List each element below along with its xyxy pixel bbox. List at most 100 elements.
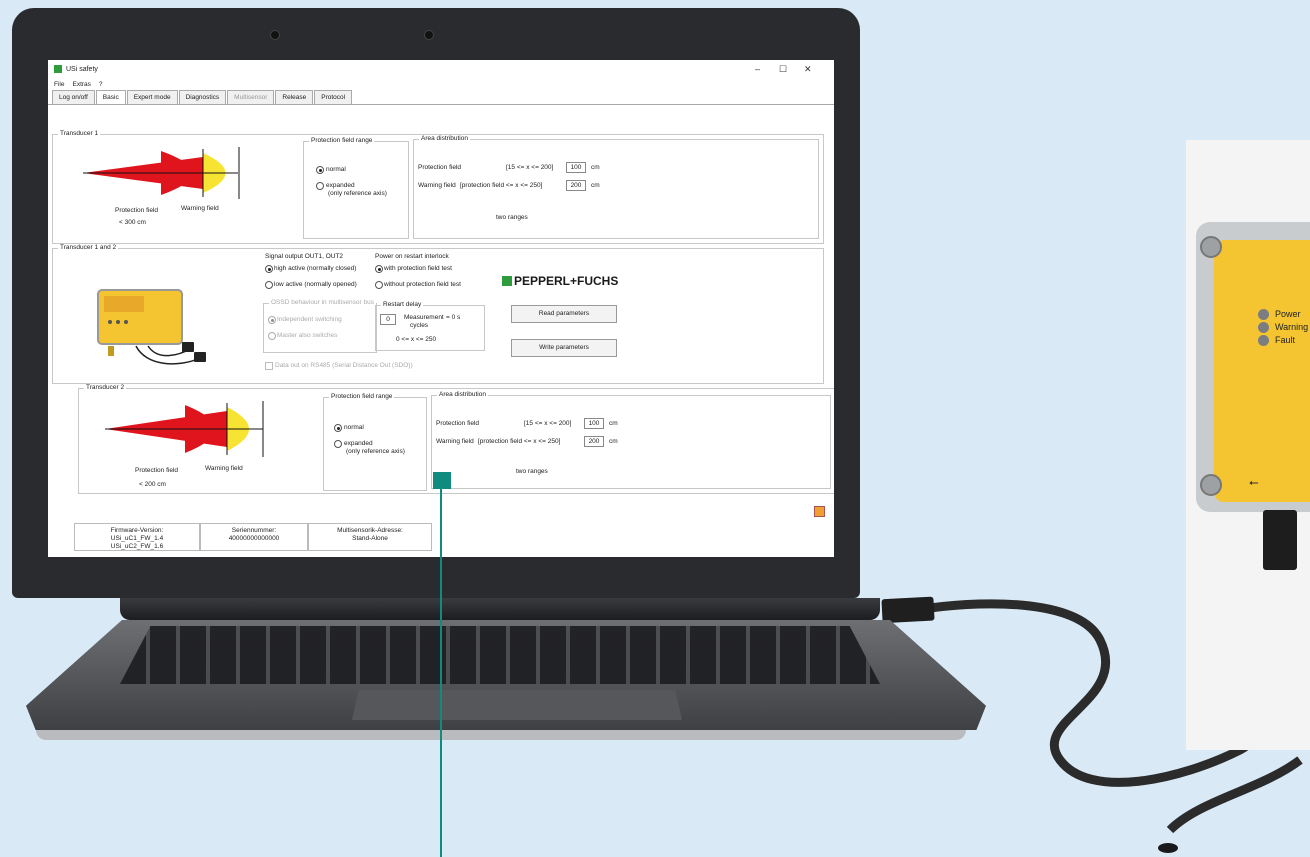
t2-area-title: Area distribution xyxy=(437,391,488,398)
transducer1-group: Transducer 1 Protection field Warning fi… xyxy=(52,130,824,244)
app-icon xyxy=(54,65,62,73)
t12-radio-high[interactable] xyxy=(265,265,273,273)
read-parameters-button[interactable]: Read parameters xyxy=(511,305,617,323)
laptop-front-edge xyxy=(36,730,966,740)
close-button[interactable]: ✕ xyxy=(804,64,812,75)
t1-wf-input[interactable]: 200 xyxy=(566,180,586,191)
status-address: Multisensorik-Adresse: Stand-Alone xyxy=(308,523,432,551)
t12-ossd-title: OSSD behaviour in multisensor bus xyxy=(269,299,376,306)
menu-extras[interactable]: Extras xyxy=(72,81,90,88)
camera-dot xyxy=(424,30,434,40)
tab-bar: Log on/off Basic Expert mode Diagnostics… xyxy=(48,90,834,105)
laptop-hinge xyxy=(120,598,880,620)
status-firmware: Firmware-Version: USi_uC1_FW_1.4 USi_uC2… xyxy=(74,523,200,551)
transducer1-title: Transducer 1 xyxy=(58,130,101,137)
t1-wf-range: [protection field <= x <= 250] xyxy=(460,182,543,189)
transducer2-field-diagram xyxy=(105,401,264,457)
t12-restart-input[interactable]: 0 xyxy=(380,314,396,325)
tab-protocol[interactable]: Protocol xyxy=(314,90,353,104)
t12-independent-label: Independent switching xyxy=(277,316,342,323)
t12-measurement-label: Measurement xyxy=(404,314,444,321)
address-value: Stand-Alone xyxy=(352,535,388,542)
t2-area-group: Area distribution Protection field [15 <… xyxy=(431,391,831,489)
t2-two-ranges: two ranges xyxy=(516,468,548,475)
tab-expert-mode[interactable]: Expert mode xyxy=(126,90,178,104)
t2-radio-normal[interactable] xyxy=(334,424,342,432)
status-serial: Seriennummer: 40000000000000 xyxy=(200,523,308,551)
t12-radio-low[interactable] xyxy=(265,281,273,289)
t1-wf-label: Warning field xyxy=(418,182,456,189)
power-led-label: Power xyxy=(1275,309,1301,319)
t1-range-note: < 300 cm xyxy=(119,219,146,226)
t2-radio-expanded[interactable] xyxy=(334,440,342,448)
maximize-button[interactable]: ☐ xyxy=(779,64,787,75)
t2-expanded-label: expanded xyxy=(344,440,373,447)
write-parameters-button[interactable]: Write parameters xyxy=(511,339,617,357)
t12-radio-independent[interactable] xyxy=(268,316,276,324)
t12-data-out-checkbox[interactable] xyxy=(265,362,273,370)
screw-icon xyxy=(1200,474,1222,496)
menu-file[interactable]: File xyxy=(54,81,64,88)
usb-icon: ⭠ xyxy=(1249,475,1259,489)
t12-master-label: Master also switches xyxy=(277,332,338,339)
transducer2-group: Transducer 2 Protection field Warning fi… xyxy=(78,384,834,494)
t2-wf-range: [protection field <= x <= 250] xyxy=(478,438,561,445)
t12-signal-title: Signal output OUT1, OUT2 xyxy=(265,253,344,260)
menu-help[interactable]: ? xyxy=(99,81,103,88)
transducer1-field-diagram xyxy=(83,147,240,199)
address-label: Multisensorik-Adresse: xyxy=(337,527,403,534)
screw-icon xyxy=(1200,236,1222,258)
t1-pf-input[interactable]: 100 xyxy=(566,162,586,173)
t2-wf-input[interactable]: 200 xyxy=(584,436,604,447)
t1-radio-expanded[interactable] xyxy=(316,182,324,190)
tab-release[interactable]: Release xyxy=(275,90,314,104)
keyboard xyxy=(120,626,880,684)
minimize-button[interactable]: – xyxy=(755,64,760,74)
transducer2-title: Transducer 2 xyxy=(84,384,127,391)
fw-uc1: USi_uC1_FW_1.4 xyxy=(110,535,164,542)
t12-cycles-label: cycles xyxy=(410,322,429,329)
serial-label: Seriennummer: xyxy=(231,527,277,534)
tab-diagnostics[interactable]: Diagnostics xyxy=(178,90,227,104)
t12-restart-title: Restart delay xyxy=(381,301,424,308)
t12-without-test-label: without protection field test xyxy=(384,281,461,288)
t12-radio-with-test[interactable] xyxy=(375,265,383,273)
sensor-device-image xyxy=(97,289,206,365)
t12-equals-label: = 0 s xyxy=(446,314,461,321)
t1-area-group: Area distribution Protection field [15 <… xyxy=(413,135,819,239)
t2-warning-label: Warning field xyxy=(205,465,243,472)
pepperl-fuchs-logo: PEPPERL+FUCHS xyxy=(502,274,618,288)
sensor-dot xyxy=(270,30,280,40)
t1-pf-label: Protection field xyxy=(418,164,461,171)
tab-basic[interactable]: Basic xyxy=(95,90,126,104)
t1-pfr-title: Protection field range xyxy=(309,137,375,144)
t1-pf-unit: cm xyxy=(591,164,600,171)
t1-warning-label: Warning field xyxy=(181,205,219,212)
app-title: USi safety xyxy=(66,65,98,73)
t2-pf-label: Protection field xyxy=(436,420,479,427)
serial-value: 40000000000000 xyxy=(228,535,280,542)
t1-expanded-note: (only reference axis) xyxy=(328,190,387,197)
t2-pfr-group: Protection field range normal expanded (… xyxy=(323,393,427,491)
transducer12-title: Transducer 1 and 2 xyxy=(58,244,119,251)
t1-radio-normal[interactable] xyxy=(316,166,324,174)
t2-protection-label: Protection field xyxy=(135,467,178,474)
t12-power-title: Power on restart interlock xyxy=(375,253,449,260)
laptop-lid: USi safety – ☐ ✕ File Extras ? Log on/of… xyxy=(12,8,860,598)
t1-pfr-group: Protection field range normal expanded (… xyxy=(303,137,409,239)
t2-range-note: < 200 cm xyxy=(139,481,166,488)
fault-led xyxy=(1258,335,1269,346)
t2-pf-input[interactable]: 100 xyxy=(584,418,604,429)
t1-protection-label: Protection field xyxy=(115,207,158,214)
t12-with-test-label: with protection field test xyxy=(384,265,452,272)
t2-wf-label: Warning field xyxy=(436,438,474,445)
t12-radio-without-test[interactable] xyxy=(375,281,383,289)
t12-radio-master[interactable] xyxy=(268,332,276,340)
t1-normal-label: normal xyxy=(326,166,346,173)
warning-led-label: Warning xyxy=(1275,322,1309,332)
warning-indicator-icon[interactable] xyxy=(814,506,825,517)
tab-multisensor[interactable]: Multisensor xyxy=(227,90,275,104)
tab-log-on-off[interactable]: Log on/off xyxy=(52,90,95,104)
t1-pf-range: [15 <= x <= 200] xyxy=(506,164,554,171)
scene: USi safety – ☐ ✕ File Extras ? Log on/of… xyxy=(0,0,1310,857)
